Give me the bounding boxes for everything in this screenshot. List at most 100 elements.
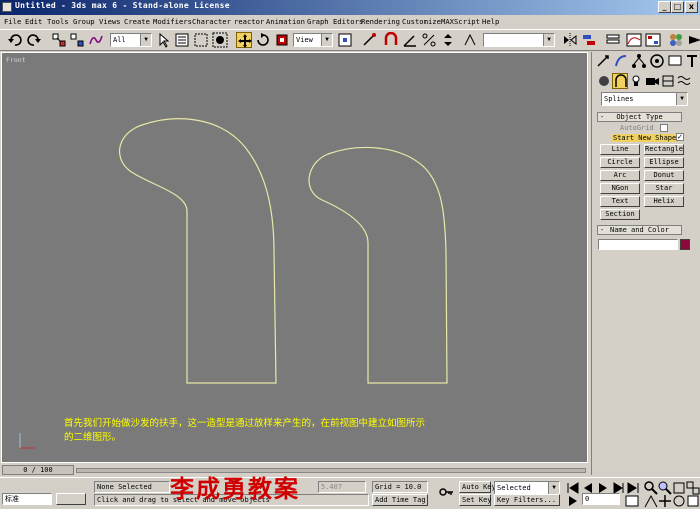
named-selection-set-dropdown[interactable]: ▼ [483,33,555,47]
pivot-center-icon[interactable] [337,32,353,48]
space-warps-category-icon[interactable] [676,73,692,89]
menu-modifiers[interactable]: Modifiers [153,17,192,26]
bind-space-warp-icon[interactable] [88,32,104,48]
unlink-icon[interactable] [69,32,85,48]
menu-file[interactable]: File [4,17,21,26]
set-key-button[interactable]: Set Key [459,494,492,506]
display-tab-icon[interactable] [667,53,683,69]
select-by-name-icon[interactable] [174,32,190,48]
select-and-link-icon[interactable] [51,32,67,48]
select-and-scale-icon[interactable] [274,32,290,48]
window-crossing-icon[interactable] [212,32,228,48]
close-button[interactable]: x [685,1,698,13]
time-slider[interactable]: 0 / 100 [2,465,74,475]
menu-tools[interactable]: Tools [47,17,69,26]
go-to-start-icon[interactable] [565,480,579,494]
named-selection-icon[interactable] [462,32,478,48]
key-filters-button[interactable]: Key Filters... [494,494,560,506]
maximize-button[interactable]: □ [671,1,684,13]
rectangular-selection-icon[interactable] [193,32,209,48]
lights-category-icon[interactable] [628,73,644,89]
angle-snap-icon[interactable] [402,32,418,48]
spinner-snap-icon[interactable] [440,32,456,48]
time-configuration-icon[interactable] [624,493,639,507]
menu-graph-editors[interactable]: Graph Editors [307,17,363,26]
autogrid-checkbox[interactable] [660,124,668,132]
helix-button[interactable]: Helix [644,196,684,207]
rectangle-button[interactable]: Rectangle [644,144,684,155]
material-editor-icon[interactable] [668,32,684,48]
play-icon[interactable] [595,480,608,493]
pan-icon[interactable] [657,493,671,507]
object-type-rollout[interactable]: - Object Type [597,112,682,122]
start-new-shape-checkbox[interactable]: ✓ [676,133,684,141]
text-button[interactable]: Text [600,196,640,207]
arc-button[interactable]: Arc [600,170,640,181]
undo-icon[interactable] [7,32,23,48]
ime-language-indicator[interactable]: 标准 [2,493,52,505]
set-key-icon[interactable] [438,484,454,500]
line-button[interactable]: Line [600,144,640,155]
select-and-manipulate-icon[interactable] [361,32,377,48]
ngon-button[interactable]: NGon [600,183,640,194]
menu-create[interactable]: Create [124,17,150,26]
menu-reactor[interactable]: reactor [234,17,264,26]
menu-help[interactable]: Help [482,17,499,26]
snaps-toggle-icon[interactable] [383,32,399,48]
geometry-category-icon[interactable] [596,73,612,89]
maximize-viewport-icon[interactable] [685,493,699,507]
redo-icon[interactable] [26,32,42,48]
minimize-button[interactable]: _ [658,1,671,13]
selection-filter-dropdown[interactable]: All ▼ [110,33,152,47]
cameras-category-icon[interactable] [644,73,660,89]
menu-character[interactable]: Character [192,17,231,26]
select-and-rotate-icon[interactable] [255,32,271,48]
hierarchy-tab-icon[interactable] [631,53,647,69]
select-and-move-icon[interactable] [236,32,252,48]
ime-toolbar[interactable] [56,493,86,505]
name-and-color-rollout[interactable]: - Name and Color [597,225,682,235]
auto-key-button[interactable]: Auto Key [459,481,496,493]
armrest-spline-right[interactable] [308,146,448,384]
coord-y-field[interactable]: 5.407 [318,481,366,493]
layer-manager-icon[interactable] [605,32,621,48]
ellipse-button[interactable]: Ellipse [644,157,684,168]
object-color-swatch[interactable] [680,239,690,250]
previous-frame-icon[interactable] [580,480,593,493]
field-of-view-icon[interactable] [643,493,658,508]
zoom-icon[interactable] [643,480,658,495]
key-mode-dropdown[interactable]: Selected ▼ [494,481,560,495]
menu-views[interactable]: Views [99,17,121,26]
schematic-view-icon[interactable] [645,32,661,48]
zoom-extents-icon[interactable] [671,480,685,494]
go-to-end-icon[interactable] [625,480,639,494]
next-frame-icon[interactable] [610,480,624,494]
add-time-tag-button[interactable]: Add Time Tag [372,494,428,506]
object-name-input[interactable] [598,239,678,250]
object-category-dropdown[interactable]: Splines ▼ [601,92,688,106]
reference-coord-dropdown[interactable]: View ▼ [293,33,333,47]
mirror-icon[interactable] [562,32,578,48]
utilities-tab-icon[interactable] [684,53,700,69]
percent-snap-icon[interactable] [421,32,437,48]
align-icon[interactable] [581,32,597,48]
zoom-extents-all-icon[interactable] [685,480,700,495]
menu-group[interactable]: Group [73,17,95,26]
menu-maxscript[interactable]: MAXScript [441,17,480,26]
menu-customize[interactable]: Customize [402,17,441,26]
menu-animation[interactable]: Animation [266,17,305,26]
menu-rendering[interactable]: Rendering [361,17,400,26]
curve-editor-icon[interactable] [626,32,642,48]
shapes-category-icon[interactable] [612,73,628,89]
zoom-all-icon[interactable] [657,480,672,495]
donut-button[interactable]: Donut [644,170,684,181]
front-viewport[interactable]: Front 首先我们开始做沙发的扶手，这一造型是通过放样来产生的，在前视图中建立… [1,52,588,463]
menu-edit[interactable]: Edit [25,17,42,26]
armrest-spline-left[interactable] [119,118,277,384]
key-mode-toggle-icon[interactable] [566,493,579,506]
section-button[interactable]: Section [600,209,640,220]
motion-tab-icon[interactable] [649,53,665,69]
current-frame-field[interactable]: 0 [582,493,620,505]
track-bar[interactable] [76,468,586,473]
create-tab-icon[interactable] [595,53,611,69]
